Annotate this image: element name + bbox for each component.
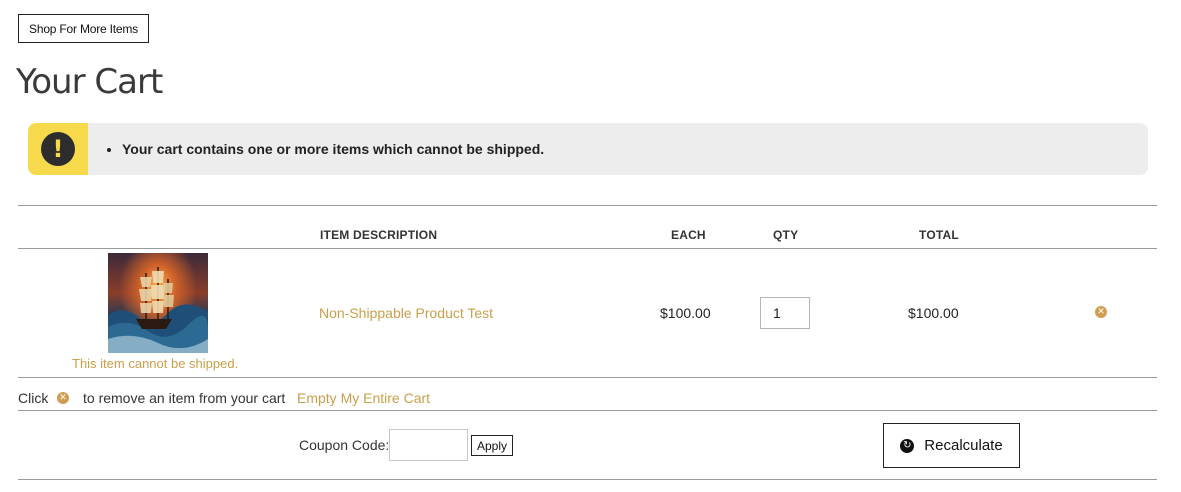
item-total-price: $100.00 xyxy=(908,305,959,321)
table-top-divider xyxy=(18,205,1157,206)
page-bottom-divider xyxy=(18,479,1157,480)
table-header-divider xyxy=(18,248,1157,249)
remove-help-suffix: to remove an item from your cart xyxy=(83,390,286,406)
item-not-shippable-note: This item cannot be shipped. xyxy=(72,356,239,371)
item-each-price: $100.00 xyxy=(660,305,711,321)
exclamation-icon: ! xyxy=(41,132,75,166)
alert-icon-box: ! xyxy=(28,123,88,175)
remove-item-icon[interactable]: ✕ xyxy=(1095,306,1107,318)
shop-for-more-items-button[interactable]: Shop For More Items xyxy=(18,14,149,43)
header-qty: QTY xyxy=(773,228,799,242)
alert-message-list: Your cart contains one or more items whi… xyxy=(88,141,544,157)
apply-coupon-button[interactable]: Apply xyxy=(471,435,513,456)
remove-icon-inline: ✕ xyxy=(57,392,69,404)
table-bottom-divider xyxy=(18,377,1157,378)
product-name-link[interactable]: Non-Shippable Product Test xyxy=(319,305,493,321)
quantity-input[interactable] xyxy=(760,297,810,329)
alert-message: Your cart contains one or more items whi… xyxy=(122,141,544,157)
header-total: TOTAL xyxy=(919,228,959,242)
cart-warning-alert: ! Your cart contains one or more items w… xyxy=(28,123,1148,175)
remove-help-prefix: Click xyxy=(18,390,49,406)
coupon-top-divider xyxy=(18,410,1157,411)
recalculate-button[interactable]: ↻ Recalculate xyxy=(883,423,1020,468)
header-each: EACH xyxy=(671,228,706,242)
header-item-description: ITEM DESCRIPTION xyxy=(320,228,438,242)
refresh-icon: ↻ xyxy=(900,438,915,453)
coupon-code-label: Coupon Code: xyxy=(299,437,390,453)
recalculate-label: Recalculate xyxy=(924,437,1003,454)
page-title: Your Cart xyxy=(16,62,163,102)
empty-cart-link[interactable]: Empty My Entire Cart xyxy=(297,390,430,406)
product-thumbnail[interactable] xyxy=(108,253,208,353)
coupon-code-input[interactable] xyxy=(389,429,468,461)
